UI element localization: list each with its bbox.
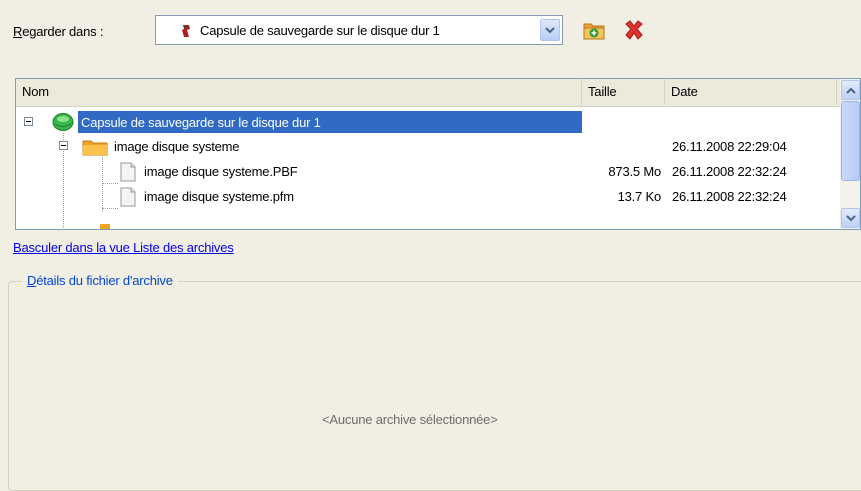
file-icon (120, 162, 136, 182)
tree-row-date: 26.11.2008 22:32:24 (672, 189, 787, 204)
scroll-down-icon[interactable] (841, 208, 860, 228)
folder-icon (100, 224, 110, 229)
tree-scrollbar[interactable] (840, 79, 860, 229)
column-header-date[interactable]: Date (665, 79, 837, 105)
file-icon (120, 187, 136, 207)
look-in-selected-value: Capsule de sauvegarde sur le disque dur … (200, 23, 440, 38)
archive-details-title: Détails du fichier d'archive (22, 273, 178, 288)
tree-row-name: image disque systeme (114, 139, 240, 154)
archive-tree[interactable]: Nom Taille Date Capsule de sauvegarde su… (15, 78, 861, 230)
collapse-icon[interactable] (24, 117, 33, 126)
tree-row-name: image disque systeme.PBF (144, 164, 298, 179)
tree-row-name: image disque systeme.pfm (144, 189, 294, 204)
chevron-down-icon[interactable] (540, 19, 560, 41)
archive-details-group (8, 281, 861, 491)
column-header: Nom Taille Date (16, 79, 860, 107)
tree-row-date: 26.11.2008 22:32:24 (672, 164, 787, 179)
tree-row[interactable]: Capsule de sauvegarde sur le disque dur … (16, 111, 842, 135)
tree-row-size: 13.7 Ko (617, 189, 662, 204)
column-header-name[interactable]: Nom (16, 79, 582, 105)
no-archive-selected-text: <Aucune archive sélectionnée> (322, 412, 498, 427)
look-in-label: Regarder dans : (13, 24, 104, 39)
tree-row-date: 26.11.2008 22:29:04 (672, 139, 787, 154)
new-folder-icon[interactable] (582, 18, 606, 42)
tree-row[interactable]: image disque systeme 26.11.2008 22:29:04 (16, 135, 842, 159)
tree-row-name: Capsule de sauvegarde sur le disque dur … (81, 115, 321, 130)
collapse-icon[interactable] (59, 141, 68, 150)
scrollbar-thumb[interactable] (841, 101, 860, 181)
look-in-combobox[interactable]: Capsule de sauvegarde sur le disque dur … (155, 15, 563, 45)
backup-capsule-icon (52, 113, 74, 131)
delete-icon[interactable] (622, 18, 646, 42)
column-header-size[interactable]: Taille (582, 79, 665, 105)
switch-to-archive-list-link[interactable]: Basculer dans la vue Liste des archives (13, 240, 234, 255)
tree-row[interactable]: image disque systeme.PBF 873.5 Mo 26.11.… (16, 160, 842, 184)
backup-drive-icon (182, 25, 190, 37)
tree-row-size: 873.5 Mo (608, 164, 661, 179)
scroll-up-icon[interactable] (841, 80, 860, 100)
tree-row[interactable]: image disque systeme.pfm 13.7 Ko 26.11.2… (16, 185, 842, 209)
folder-icon (82, 140, 108, 156)
